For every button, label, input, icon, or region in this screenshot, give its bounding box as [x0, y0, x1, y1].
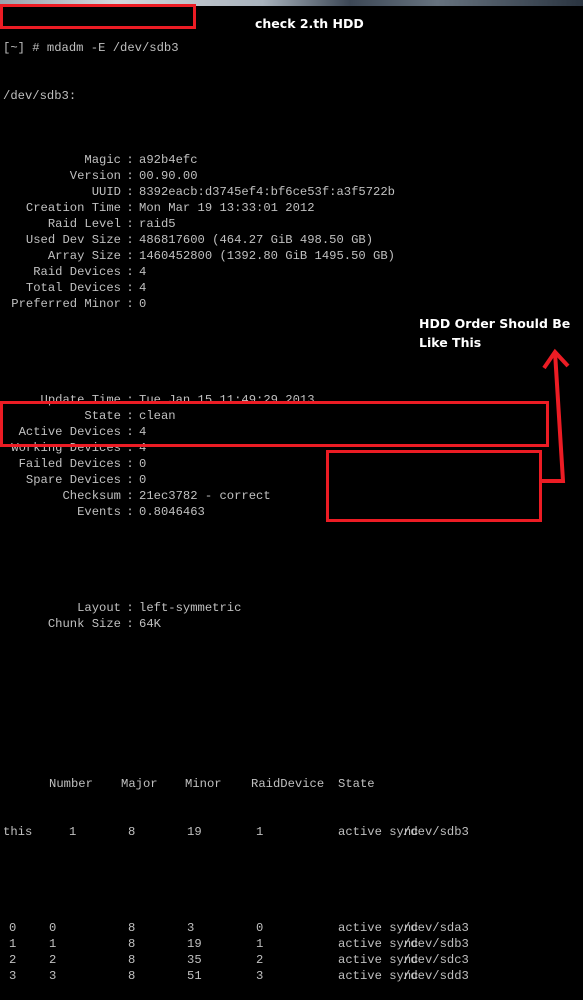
- field-row: Chunk Size:64K: [3, 616, 583, 632]
- cell: /dev/sdb3: [403, 937, 469, 951]
- layout-fields: Layout: left-symmetric Chunk Size:64K: [3, 600, 583, 632]
- field-separator: :: [126, 617, 134, 631]
- cell: 8: [128, 937, 136, 951]
- cell: 2: [9, 953, 17, 967]
- cell: 19: [187, 825, 202, 839]
- cell: 1: [256, 825, 264, 839]
- cell: /dev/sdd3: [403, 969, 469, 983]
- cell: 3: [256, 969, 264, 983]
- field-key: Chunk Size: [47, 617, 121, 631]
- cell: 1: [69, 825, 77, 839]
- cell: 3: [49, 969, 57, 983]
- table-header-row: Number Major Minor RaidDevice State: [3, 776, 583, 792]
- table-this-row: this 1 8 19 1 active sync /dev/sdb3: [3, 824, 583, 840]
- table-row: 1 1 8 19 1 active sync/dev/sdb3: [3, 936, 583, 952]
- field-value: 64K: [139, 617, 161, 631]
- table-row: 0 0 8 3 0 active sync/dev/sda3: [3, 920, 583, 936]
- col-number: Number: [49, 777, 93, 791]
- cell: 1: [256, 937, 264, 951]
- field-row: Layout: left-symmetric: [3, 600, 583, 616]
- col-major: Major: [121, 777, 158, 791]
- cell: 1: [49, 937, 57, 951]
- cell: 2: [256, 953, 264, 967]
- cell: 8: [128, 825, 136, 839]
- cell: 0: [49, 921, 57, 935]
- field-key: Layout: [77, 601, 121, 615]
- table-row: 2 2 8 35 2 active sync/dev/sdc3: [3, 952, 583, 968]
- col-minor: Minor: [185, 777, 222, 791]
- cell: 3: [187, 921, 195, 935]
- cell: /dev/sdc3: [403, 953, 469, 967]
- cell: 35: [187, 953, 202, 967]
- cell: 8: [128, 921, 136, 935]
- arrow-up-icon: [542, 348, 570, 483]
- cell: 3: [9, 969, 17, 983]
- cell: /dev/sdb3: [403, 825, 469, 839]
- cell: 19: [187, 937, 202, 951]
- cell: 0: [9, 921, 17, 935]
- cell: /dev/sda3: [403, 921, 469, 935]
- cell: 2: [49, 953, 57, 967]
- cell: 0: [256, 921, 264, 935]
- field-separator: :: [126, 601, 134, 615]
- cell: 8: [128, 953, 136, 967]
- cell: 51: [187, 969, 202, 983]
- device-table: 0 0 8 3 0 active sync/dev/sda3 1 1 8 19 1 active sy…: [3, 920, 583, 984]
- field-value: left-symmetric: [139, 601, 242, 615]
- table-row: 3 3 8 51 3 active sync/dev/sdd3: [3, 968, 583, 984]
- cell: this: [3, 825, 33, 839]
- cell: 8: [128, 969, 136, 983]
- col-state: State: [338, 777, 375, 791]
- cell: 1: [9, 937, 17, 951]
- col-raiddevice: RaidDevice: [251, 777, 325, 791]
